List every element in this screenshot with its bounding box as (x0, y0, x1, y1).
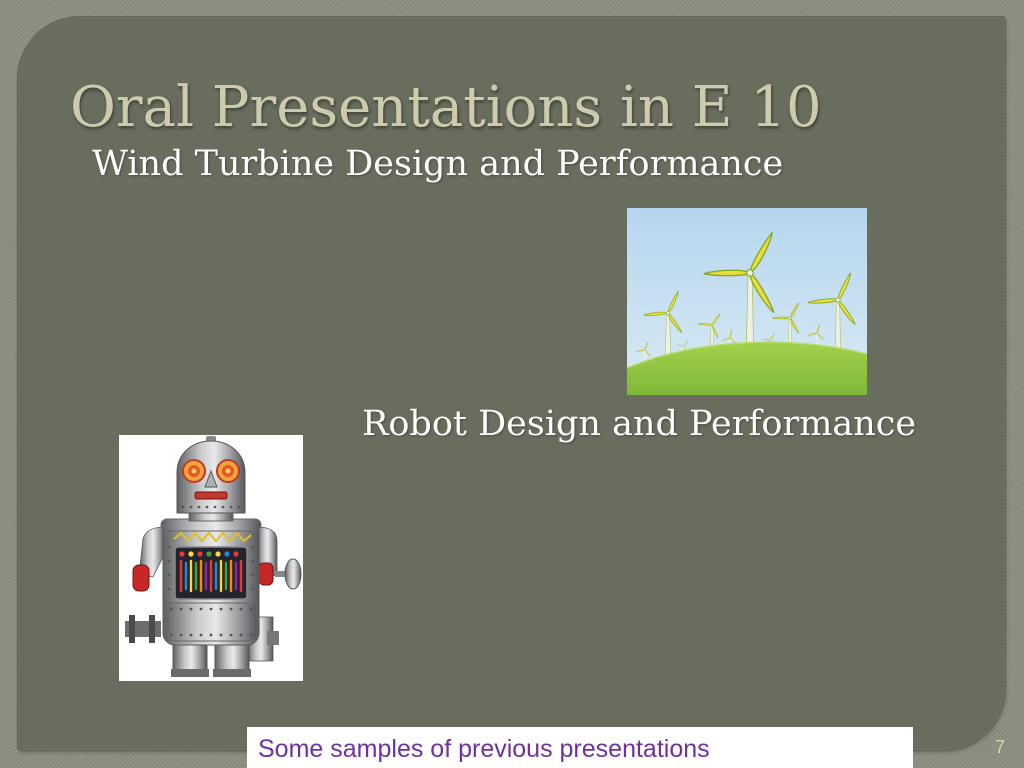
topic-heading-robot: Robot Design and Performance (362, 404, 917, 444)
robot-chest-lights (179, 559, 243, 593)
wind-turbines-image (627, 208, 867, 395)
robot-image (119, 435, 303, 681)
page-number: 7 (995, 737, 1006, 757)
robot-eye-right (216, 459, 240, 483)
robot-mouth (194, 491, 228, 500)
footer-note-text: Some samples of previous presentations (258, 735, 710, 763)
robot-right-hand (258, 562, 274, 586)
topic-heading-wind-turbine: Wind Turbine Design and Performance (92, 144, 784, 184)
robot-body (160, 518, 262, 646)
robot-eye-left (182, 459, 206, 483)
robot-left-hand (132, 564, 150, 592)
footer-note-box: Some samples of previous presentations (247, 727, 913, 768)
slide-title: Oral Presentations in E 10 (70, 75, 822, 140)
